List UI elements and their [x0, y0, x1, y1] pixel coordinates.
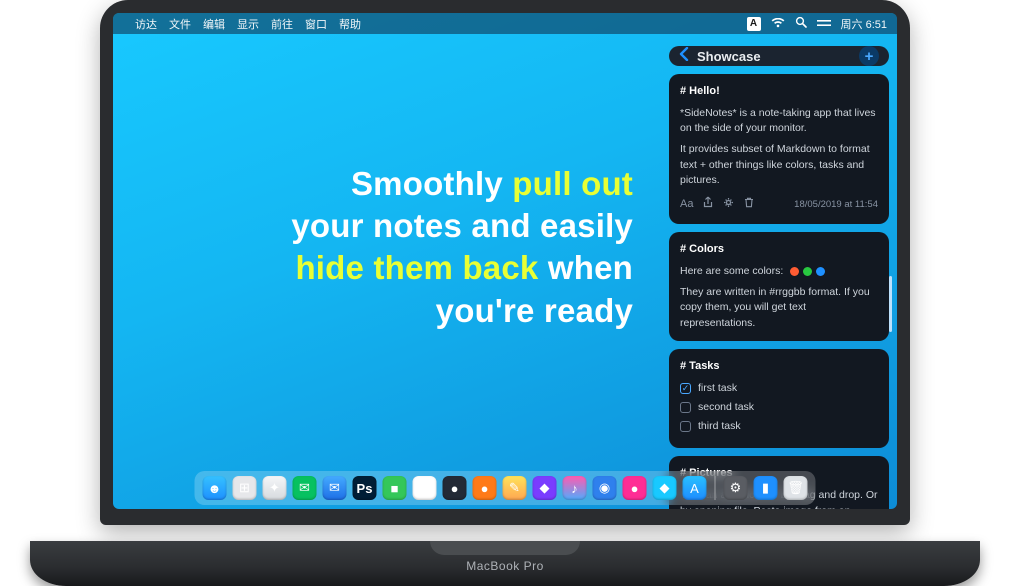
- note-body: It provides subset of Markdown to format…: [680, 142, 878, 188]
- macos-menubar: 访达 文件 编辑 显示 前往 窗口 帮助 A: [113, 13, 897, 34]
- dock-icon-calendar[interactable]: 22: [413, 476, 437, 500]
- headline-text: when: [538, 249, 633, 286]
- note-heading: # Hello!: [680, 84, 878, 100]
- dock-icon-trash[interactable]: 🗑: [784, 476, 808, 500]
- back-chevron-icon[interactable]: [679, 47, 689, 66]
- macos-dock: ☻⊞✦✉✉Ps■22●●✎◆♪◉●◆A⚙▮🗑: [195, 471, 816, 505]
- menu-help[interactable]: 帮助: [339, 16, 361, 32]
- device-label: MacBook Pro: [30, 559, 980, 573]
- task-label: second task: [698, 400, 754, 415]
- add-note-button[interactable]: +: [859, 46, 879, 66]
- note-heading: # Tasks: [680, 359, 878, 375]
- task-label: third task: [698, 419, 741, 434]
- note-body: They are written in #rrggbb format. If y…: [680, 285, 878, 331]
- headline-text: Smoothly: [351, 165, 512, 202]
- dock-icon-app-cyan[interactable]: ◆: [653, 476, 677, 500]
- note-body: *SideNotes* is a note-taking app that li…: [680, 106, 878, 136]
- dock-icon-mail[interactable]: ✉: [323, 476, 347, 500]
- menu-app[interactable]: 访达: [135, 16, 157, 32]
- dock-icon-downloads[interactable]: ▮: [754, 476, 778, 500]
- share-icon[interactable]: [703, 196, 713, 214]
- panel-title: Showcase: [697, 49, 851, 64]
- color-swatch-green: [803, 267, 812, 276]
- laptop-base: MacBook Pro: [30, 541, 980, 586]
- task-row[interactable]: second task: [680, 400, 878, 415]
- dock-icon-facetime[interactable]: ■: [383, 476, 407, 500]
- menubar-clock[interactable]: 周六 6:51: [841, 16, 887, 32]
- headline-highlight: hide them back: [295, 249, 538, 286]
- dock-icon-finder[interactable]: ☻: [203, 476, 227, 500]
- note-body: Here are some colors:: [680, 264, 878, 279]
- menu-file[interactable]: 文件: [169, 16, 191, 32]
- dock-icon-launchpad[interactable]: ⊞: [233, 476, 257, 500]
- dock-icon-app-pink[interactable]: ●: [623, 476, 647, 500]
- input-source-icon[interactable]: A: [747, 17, 761, 31]
- dock-icon-appstore[interactable]: A: [683, 476, 707, 500]
- menubar-status: A 周六 6:51: [747, 16, 887, 32]
- dock-icon-safari[interactable]: ✦: [263, 476, 287, 500]
- note-card-hello[interactable]: # Hello! *SideNotes* is a note-taking ap…: [669, 74, 889, 224]
- dock-separator: [715, 476, 716, 500]
- dock-icon-settings[interactable]: ⚙: [724, 476, 748, 500]
- checkbox-icon[interactable]: [680, 402, 691, 413]
- spotlight-search-icon[interactable]: [795, 16, 807, 31]
- dock-icon-app-purple[interactable]: ◆: [533, 476, 557, 500]
- note-heading: # Colors: [680, 242, 878, 258]
- note-card-colors[interactable]: # Colors Here are some colors: They are …: [669, 232, 889, 341]
- note-card-tasks[interactable]: # Tasks ✓ first task second task third t…: [669, 349, 889, 449]
- note-timestamp: 18/05/2019 at 11:54: [794, 198, 878, 212]
- desktop: 访达 文件 编辑 显示 前往 窗口 帮助 A: [113, 13, 897, 509]
- menu-edit[interactable]: 编辑: [203, 16, 225, 32]
- dock-icon-app-blue[interactable]: ◉: [593, 476, 617, 500]
- marketing-headline: Smoothly pull out your notes and easily …: [153, 163, 633, 332]
- note-text: Here are some colors:: [680, 265, 783, 277]
- font-style-icon[interactable]: Aa: [680, 197, 693, 213]
- laptop-mockup: 访达 文件 编辑 显示 前往 窗口 帮助 A: [30, 0, 980, 586]
- task-row[interactable]: ✓ first task: [680, 381, 878, 396]
- laptop-lid: 访达 文件 编辑 显示 前往 窗口 帮助 A: [100, 0, 910, 525]
- task-label: first task: [698, 381, 737, 396]
- dock-icon-wechat[interactable]: ✉: [293, 476, 317, 500]
- checkbox-icon[interactable]: ✓: [680, 383, 691, 394]
- note-toolbar: Aa 18/05/2019 at 11:54: [680, 196, 878, 214]
- panel-header: Showcase +: [669, 46, 889, 66]
- headline-highlight: pull out: [512, 165, 633, 202]
- menu-window[interactable]: 窗口: [305, 16, 327, 32]
- dock-icon-notes[interactable]: ✎: [503, 476, 527, 500]
- sidenotes-panel: Showcase + # Hello! *SideNotes* is a not…: [669, 46, 889, 464]
- task-row[interactable]: third task: [680, 419, 878, 434]
- scrollbar-thumb[interactable]: [889, 276, 892, 332]
- control-center-icon[interactable]: [817, 17, 831, 31]
- color-swatches: [790, 267, 825, 276]
- dock-icon-music[interactable]: ♪: [563, 476, 587, 500]
- dock-icon-photoshop[interactable]: Ps: [353, 476, 377, 500]
- settings-icon[interactable]: [723, 197, 734, 214]
- color-swatch-blue: [816, 267, 825, 276]
- color-swatch-red: [790, 267, 799, 276]
- headline-text: your notes and easily: [153, 205, 633, 247]
- dock-icon-app-orange[interactable]: ●: [473, 476, 497, 500]
- checkbox-icon[interactable]: [680, 421, 691, 432]
- menu-go[interactable]: 前往: [271, 16, 293, 32]
- wifi-icon[interactable]: [771, 17, 785, 31]
- menu-view[interactable]: 显示: [237, 16, 259, 32]
- trash-icon[interactable]: [744, 197, 754, 214]
- headline-text: you're ready: [153, 290, 633, 332]
- dock-icon-app-dark[interactable]: ●: [443, 476, 467, 500]
